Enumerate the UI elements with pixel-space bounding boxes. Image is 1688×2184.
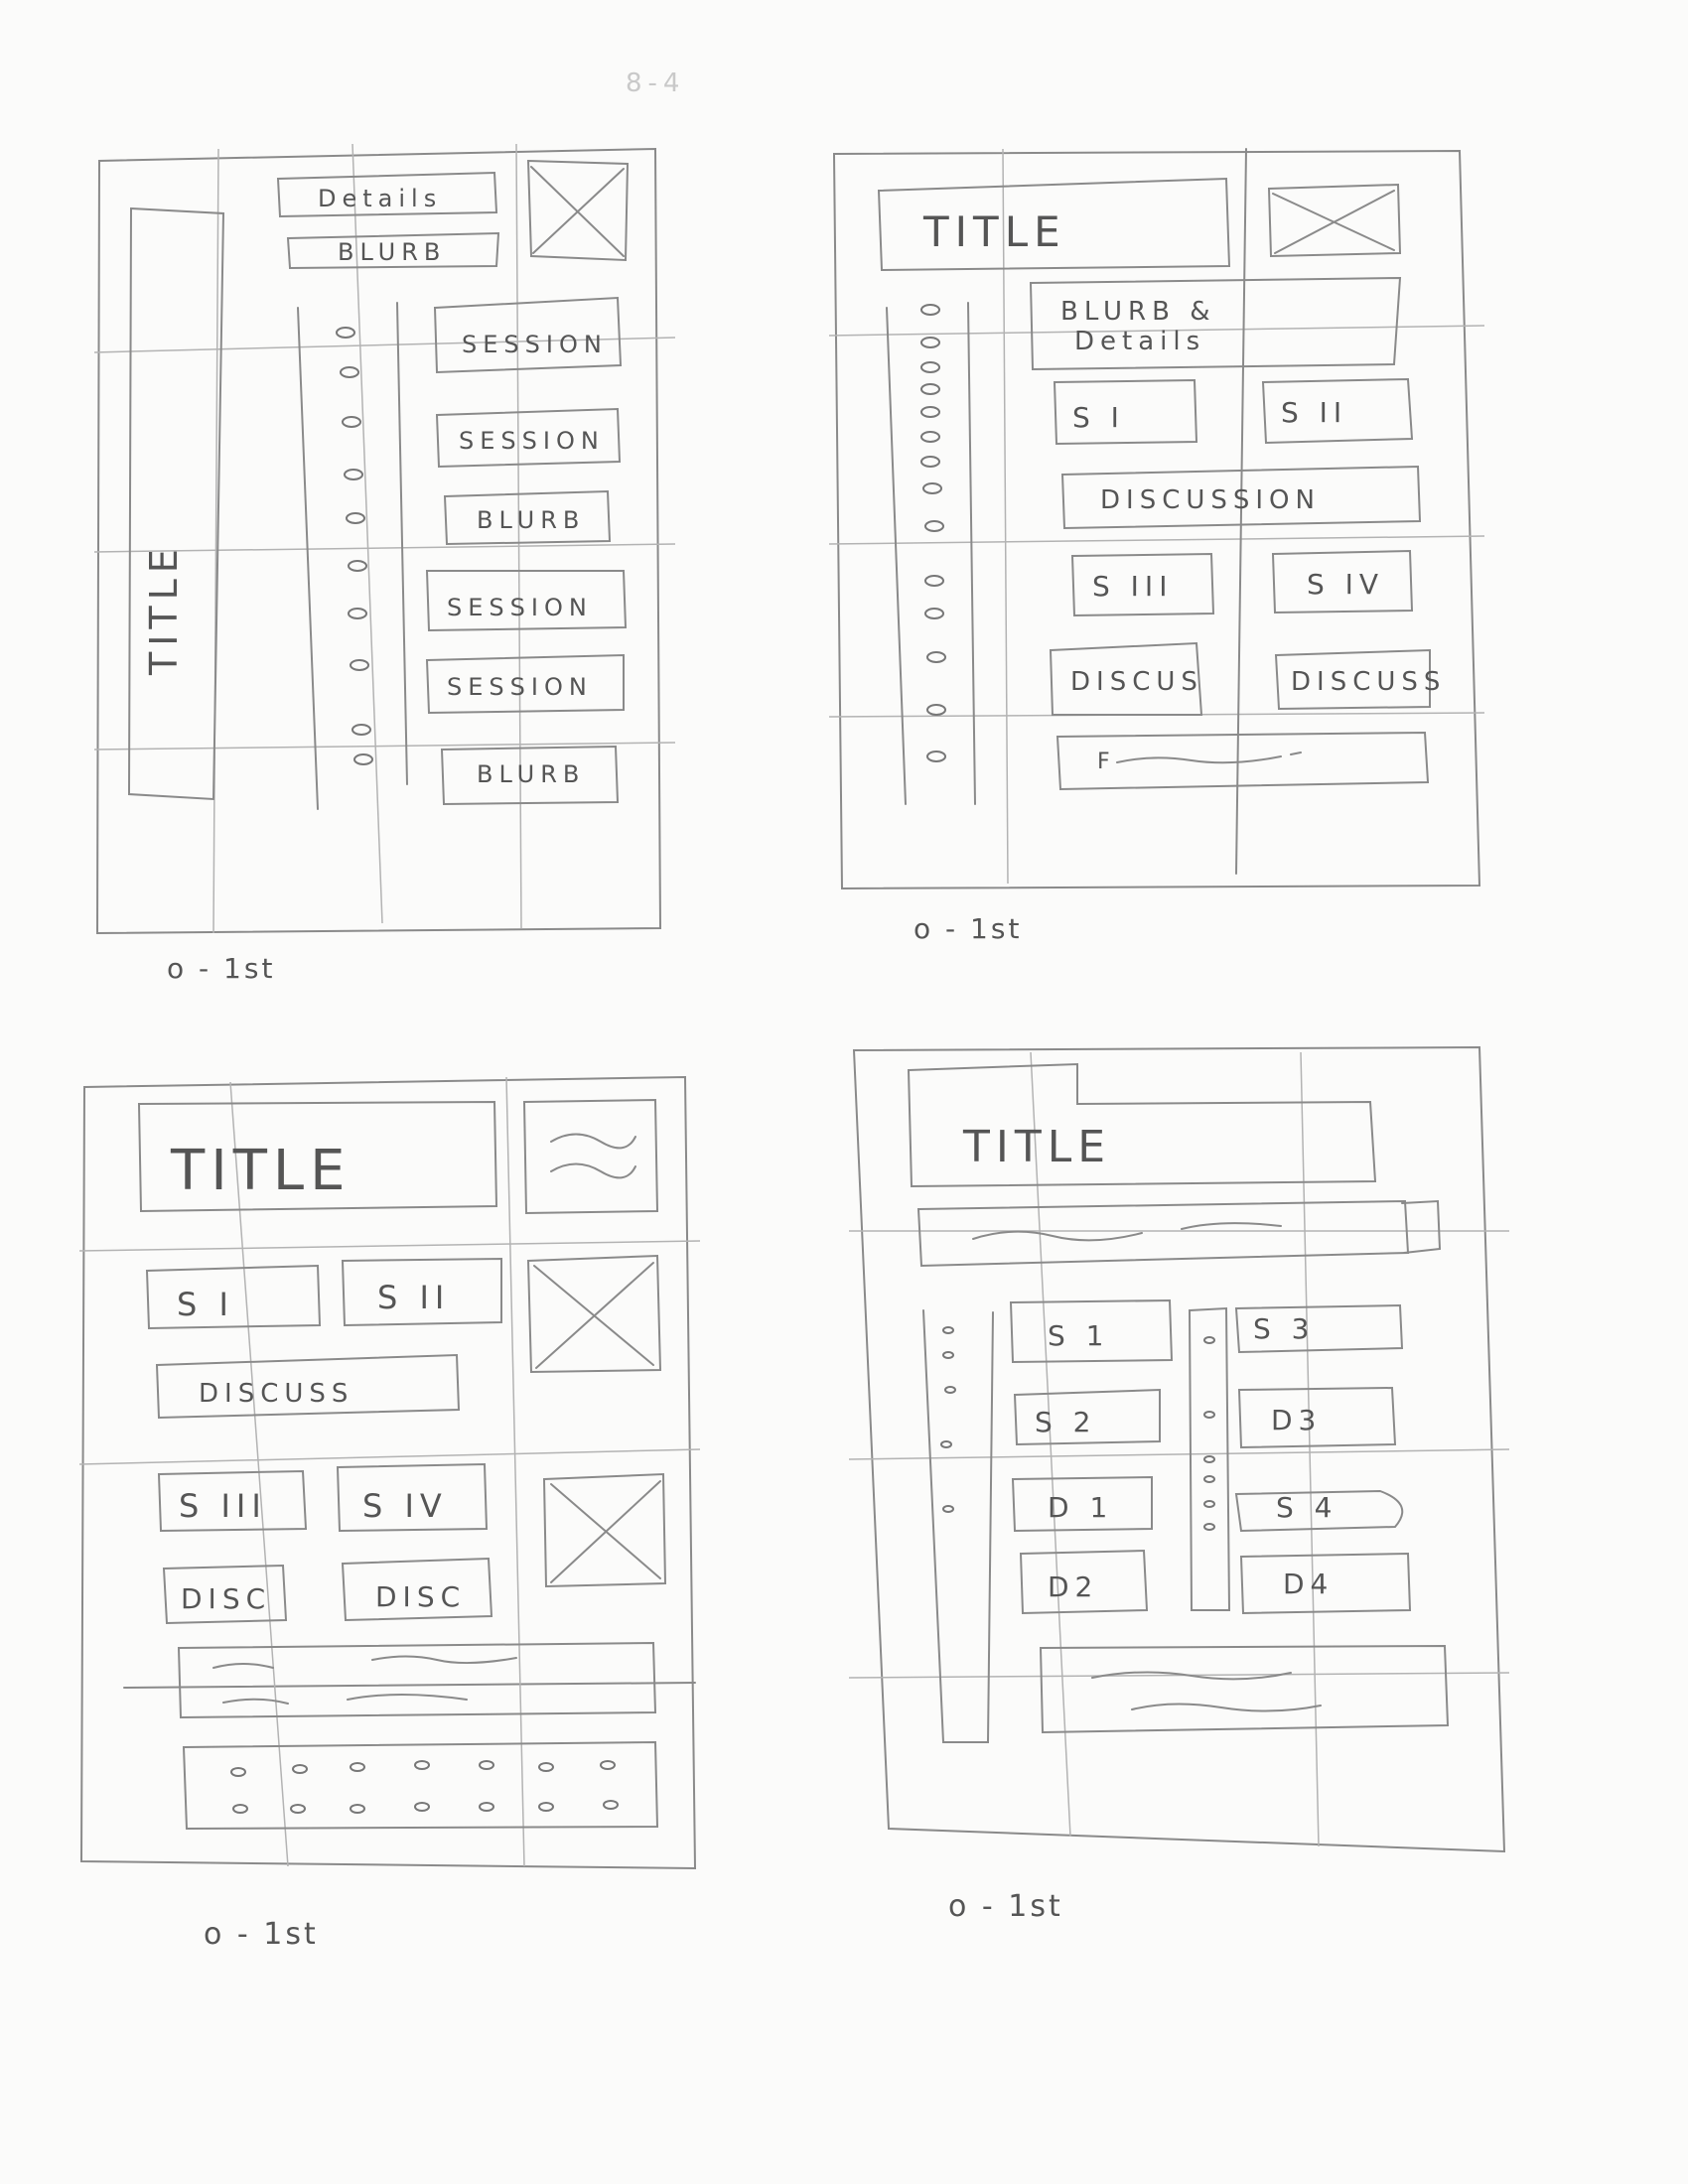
sketch-4-d3: D3 [1271,1404,1322,1436]
sketch-4-footer-block [1039,1644,1450,1734]
sketch-4-s3: S 3 [1253,1312,1316,1345]
sketch-2-caption: o - 1st [914,912,1022,945]
sketch-1-details: Details [318,185,442,212]
sketch-1-caption: o - 1st [167,952,275,985]
sketch-4-blurb-bar [916,1199,1442,1268]
sketch-3-image-placeholder-mid [526,1254,662,1374]
sketch-3-disc-1: DISC [181,1582,271,1615]
sketch-2-s3: S III [1092,570,1173,603]
sketch-2-footer-squiggle [1116,751,1302,764]
sketch-3-s2: S II [377,1279,450,1316]
sketch-2-discus-2: DISCUSS [1291,667,1446,697]
sketch-2: TITLE BLURB & Details S I S II DISCUSSIO… [828,148,1485,945]
page-header: 8-4 [626,68,685,98]
sketch-2-discussion: DISCUSSION [1100,485,1321,515]
sketch-page: 8-4 TITLE Details BLURB SESSION SESSION … [78,68,1510,1952]
sketch-2-discus-1: DISCUS [1070,667,1203,697]
sketch-2-dotcol-right [967,302,976,805]
sketch-1-session-4: SESSION [447,673,593,701]
sketch-4-dot-column-right [1188,1306,1231,1611]
sketch-1-blurb-mid: BLURB [477,506,585,534]
sketch-1-title-box [127,206,225,801]
sketch-1-image-placeholder [526,159,630,262]
sketch-1-dot-list [336,327,373,765]
sketch-4-caption: o - 1st [948,1889,1063,1924]
sketch-1-session-1: SESSION [462,331,608,358]
sketch-1-blurb-bottom: BLURB [477,760,585,788]
sketch-2-image-placeholder [1267,183,1402,258]
sketch-3-grid-h1 [78,1240,701,1252]
sketch-3-s1: S I [177,1286,234,1323]
sketch-2-blurb-details-2: Details [1074,327,1205,356]
sketch-3-image-placeholder-top [522,1098,659,1215]
sketch-1-dotcol-left [297,307,319,810]
sketch-2-dotcol-left [886,307,907,805]
sketch-1-blurb-top: BLURB [338,238,446,266]
sketch-3-grid-v2 [505,1076,525,1867]
sketch-2-s4: S IV [1307,568,1384,601]
sketch-4: TITLE S 1 S 2 D 1 D2 S 3 D3 S 4 D4 o - 1… [848,1045,1510,1924]
sketch-1-dotcol-right [396,302,408,785]
sketch-1: TITLE Details BLURB SESSION SESSION BLUR… [93,143,676,985]
sketch-3-dot-grid [182,1740,659,1831]
sketch-2-footer-scribble: F [1097,750,1116,774]
sketch-2-dot-list [920,304,946,762]
sketch-2-title: TITLE [922,207,1066,256]
sketch-3-title: TITLE [170,1139,352,1203]
sketch-3-disc-2: DISC [375,1580,466,1613]
sketch-3-grid-h3 [123,1682,696,1689]
sketch-3-s4: S IV [362,1487,448,1525]
sketch-3-caption: o - 1st [204,1917,319,1952]
sketch-1-grid-v3 [515,143,522,929]
sketch-2-grid-v1 [1002,148,1009,885]
sketch-3-image-placeholder-bottom [542,1472,667,1588]
sketch-4-s4: S 4 [1276,1491,1338,1524]
sketch-4-d1: D 1 [1048,1491,1113,1524]
sketch-4-d4: D4 [1283,1568,1334,1600]
sketch-2-grid-h2 [828,535,1485,545]
sketch-2-s1: S I [1072,401,1125,434]
sketch-2-s2: S II [1281,396,1347,429]
sketch-4-s1: S 1 [1048,1319,1110,1352]
sketch-4-grid-h2 [848,1448,1510,1460]
sketch-1-title: TITLE [142,543,186,676]
sketch-2-blurb-details-1: BLURB & [1060,297,1216,327]
sketch-3-s3: S III [179,1487,267,1525]
sketch-3-discussion: DISCUSS [199,1379,353,1409]
sketch-4-title: TITLE [962,1122,1111,1172]
sketch-3-text-block [177,1641,657,1719]
sketch-2-frame [832,149,1481,890]
sketch-1-session-2: SESSION [459,427,605,455]
sketch-1-session-3: SESSION [447,594,593,621]
sketch-3-grid-h2 [78,1448,701,1465]
sketch-3: TITLE S I S II DISCUSS S III S IV DISC D… [78,1075,701,1952]
sketch-4-s2: S 2 [1035,1406,1097,1438]
sketch-4-d2: D2 [1048,1570,1098,1603]
